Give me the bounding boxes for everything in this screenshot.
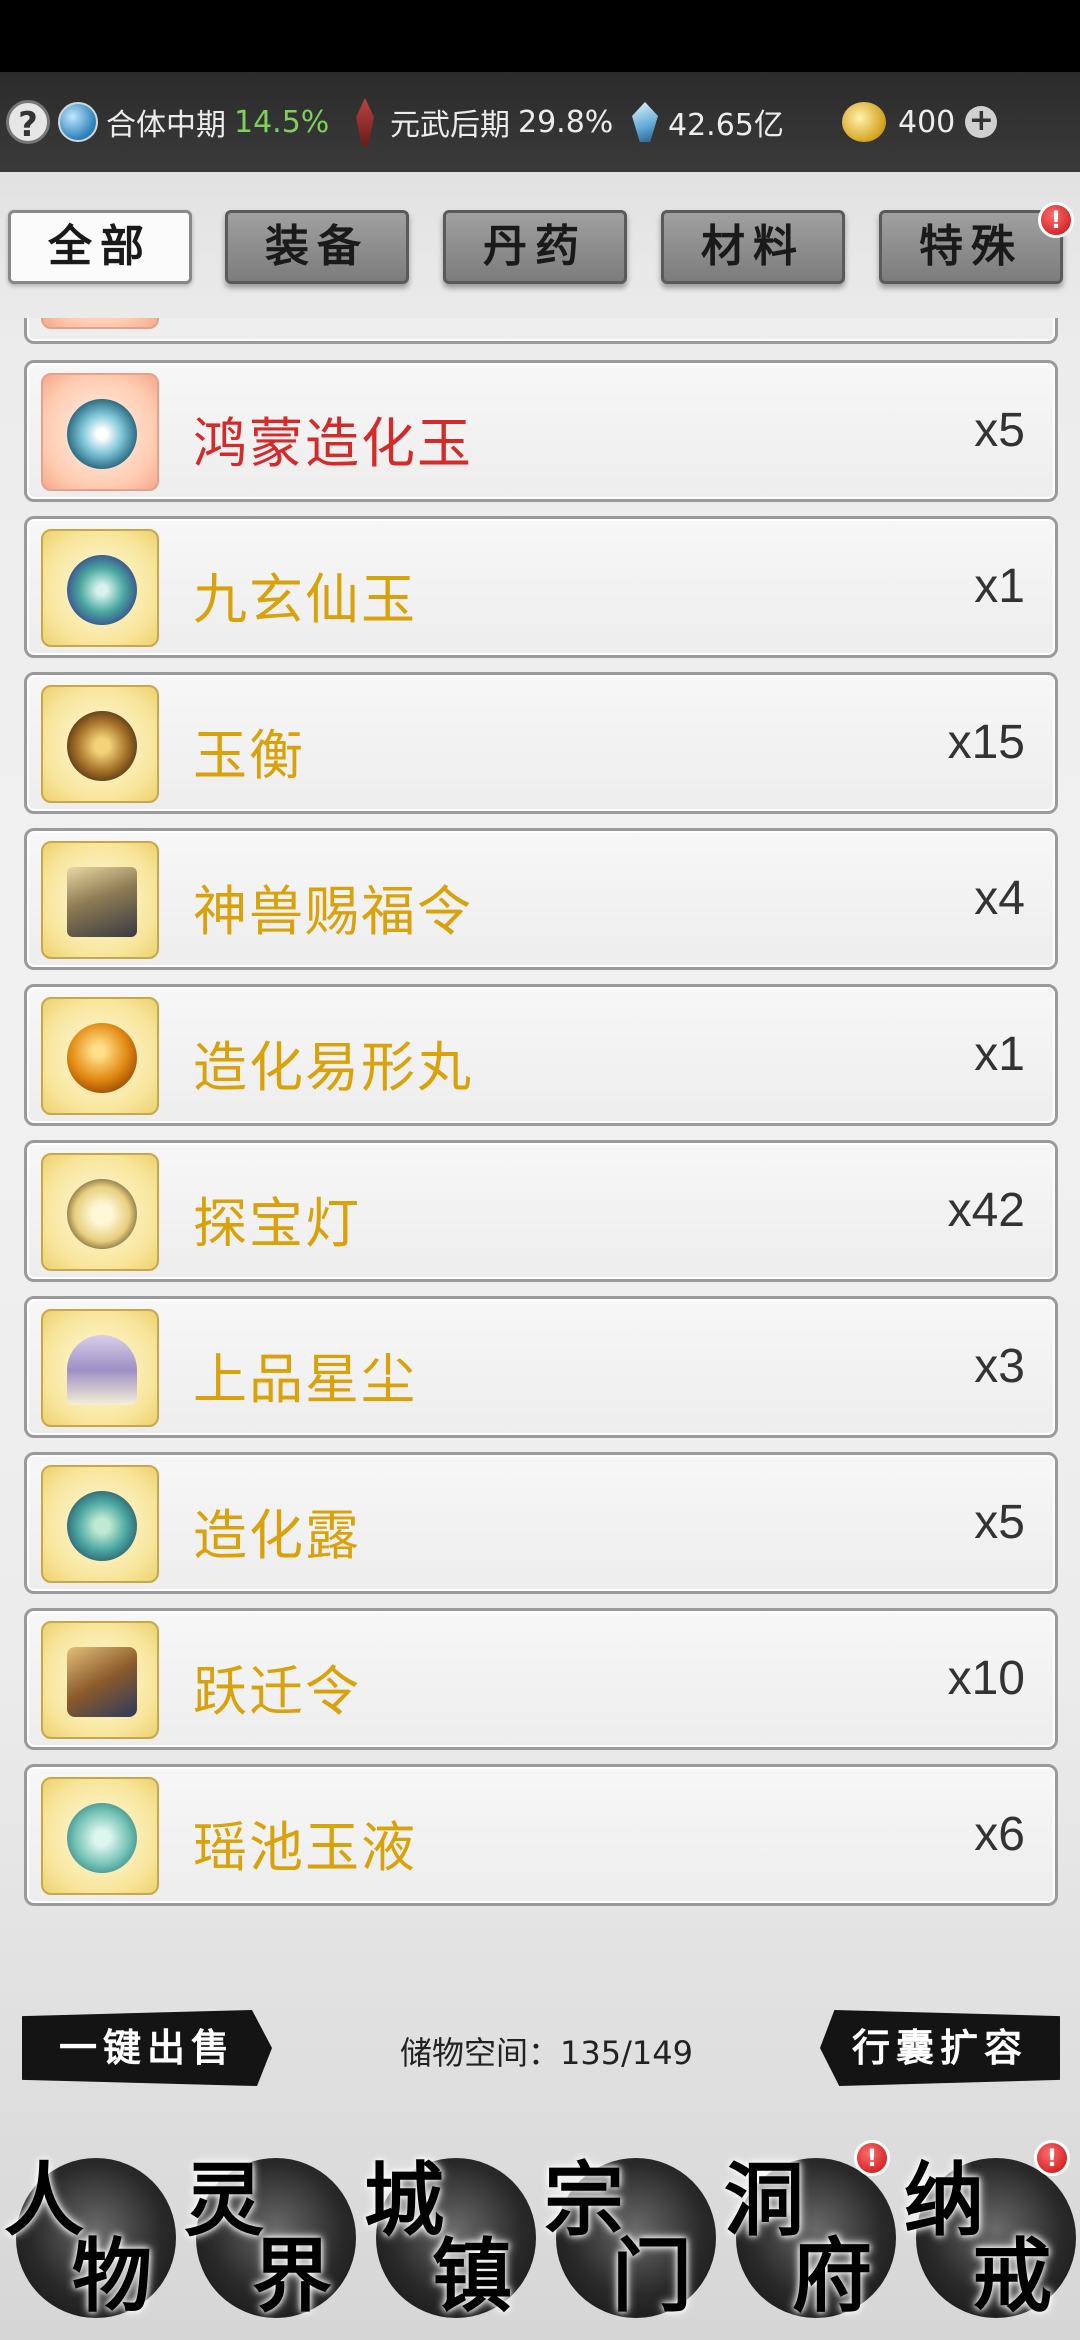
tab-all[interactable]: 全部	[8, 210, 192, 284]
expand-bag-button[interactable]: 行囊扩容	[820, 2010, 1060, 2086]
item-thumb	[41, 318, 159, 329]
list-item[interactable]: 造化易形丸 x1	[24, 984, 1058, 1126]
item-quantity: x10	[947, 1652, 1025, 1705]
beast-token-icon	[67, 867, 137, 937]
list-item[interactable]: 神兽赐福令 x4	[24, 828, 1058, 970]
add-coins-icon[interactable]: +	[965, 106, 998, 138]
special-alert-badge: !	[1038, 202, 1074, 238]
stardust-bowl-icon	[67, 1335, 137, 1405]
nav-character[interactable]: 人 物	[0, 2136, 180, 2340]
list-item[interactable]: 跃迁令 x10	[24, 1608, 1058, 1750]
nav-cave-abode[interactable]: 洞 府 !	[720, 2136, 900, 2340]
martial-percent: 29.8%	[518, 104, 614, 140]
item-quantity: x4	[974, 872, 1025, 925]
item-thumb	[41, 997, 159, 1115]
category-tabs: 全部 装备 丹药 材料 特殊 !	[0, 202, 1080, 290]
tab-special[interactable]: 特殊	[879, 210, 1063, 284]
tab-materials[interactable]: 材料	[661, 210, 845, 284]
realm-percent: 14.5%	[234, 104, 330, 140]
nav-storage-ring[interactable]: 纳 戒 !	[900, 2136, 1080, 2340]
inventory-actions: 一键出售 储物空间：135/149 行囊扩容	[0, 2010, 1080, 2090]
item-thumb	[41, 1621, 159, 1739]
item-name: 跃迁令	[193, 1660, 361, 1723]
nav-char-2: 门	[612, 2229, 692, 2323]
item-thumb	[41, 373, 159, 491]
nav-sect[interactable]: 宗 门	[540, 2136, 720, 2340]
sell-all-button[interactable]: 一键出售	[22, 2010, 272, 2086]
tab-pills[interactable]: 丹药	[443, 210, 627, 284]
item-name: 玉衡	[193, 724, 305, 787]
help-icon[interactable]: ?	[6, 100, 50, 145]
coins: 400 +	[842, 98, 998, 146]
martial-realm: 元武后期 29.8%	[350, 98, 613, 146]
item-name: 九玄仙玉	[193, 568, 417, 631]
item-name: 神兽赐福令	[193, 880, 473, 943]
list-item[interactable]: 探宝灯 x42	[24, 1140, 1058, 1282]
item-quantity: x1	[974, 560, 1025, 613]
cave-alert-badge: !	[854, 2140, 890, 2176]
gourd-dew-icon	[67, 1491, 137, 1561]
status-bar: ? 合体中期 14.5% 元武后期 29.8% 42.65亿 400 +	[0, 72, 1080, 172]
nav-char-2: 镇	[432, 2229, 512, 2323]
item-quantity: x5	[974, 1496, 1025, 1549]
item-name: 鸿蒙造化玉	[193, 412, 473, 475]
item-quantity: x1	[974, 1028, 1025, 1081]
item-thumb	[41, 529, 159, 647]
item-name: 上品星尘	[193, 1348, 417, 1411]
item-thumb	[41, 1309, 159, 1427]
nav-town[interactable]: 城 镇	[360, 2136, 540, 2340]
bottom-navigation: 人 物 灵 界 城 镇 宗 门 洞 府 ! 纳 戒 !	[0, 2136, 1080, 2340]
item-name: 造化易形丸	[193, 1036, 473, 1099]
item-quantity: x3	[974, 1340, 1025, 1393]
coin-amount: 400	[898, 104, 956, 140]
crystal-amount: 42.65亿	[668, 108, 784, 143]
item-thumb	[41, 1777, 159, 1895]
item-thumb	[41, 685, 159, 803]
warp-token-icon	[67, 1647, 137, 1717]
coin-icon	[842, 102, 886, 142]
item-list[interactable]: 鸿蒙造化玉 x5 九玄仙玉 x1 玉衡 x15 神兽赐福令 x4 造化易形丸 x…	[24, 318, 1058, 1964]
ring-alert-badge: !	[1034, 2140, 1070, 2176]
list-item[interactable]: 瑶池玉液 x6	[24, 1764, 1058, 1906]
storage-capacity: 储物空间：135/149	[400, 2034, 693, 2072]
nav-spirit-realm[interactable]: 灵 界	[180, 2136, 360, 2340]
bronze-disc-icon	[67, 711, 137, 781]
inventory-screen: ? 合体中期 14.5% 元武后期 29.8% 42.65亿 400 + 全部 …	[0, 72, 1080, 2340]
nav-char-2: 府	[792, 2229, 872, 2323]
item-name: 造化露	[193, 1504, 361, 1567]
nav-char-2: 戒	[972, 2229, 1052, 2323]
swirl-jade-icon	[67, 399, 137, 469]
nav-char-2: 物	[72, 2229, 152, 2323]
list-item[interactable]: 上品星尘 x3	[24, 1296, 1058, 1438]
martial-emblem-icon	[356, 98, 374, 146]
nav-char-2: 界	[252, 2229, 332, 2323]
spirit-crystals: 42.65亿	[632, 98, 784, 146]
lantern-icon	[67, 1179, 137, 1249]
yin-yang-icon	[58, 102, 98, 142]
item-quantity: x6	[974, 1808, 1025, 1861]
list-item[interactable]: 玉衡 x15	[24, 672, 1058, 814]
realm-label: 合体中期	[106, 108, 226, 143]
item-thumb	[41, 1465, 159, 1583]
list-item[interactable]: 鸿蒙造化玉 x5	[24, 360, 1058, 502]
item-quantity: x42	[947, 1184, 1025, 1237]
jade-liquid-icon	[67, 1803, 137, 1873]
list-item[interactable]: 九玄仙玉 x1	[24, 516, 1058, 658]
item-name: 瑶池玉液	[193, 1816, 417, 1879]
item-thumb	[41, 1153, 159, 1271]
martial-label: 元武后期	[390, 108, 510, 143]
item-quantity: x15	[947, 716, 1025, 769]
fish-jade-icon	[67, 555, 137, 625]
cultivation-realm: 合体中期 14.5%	[58, 98, 329, 146]
item-quantity: x5	[974, 404, 1025, 457]
item-thumb	[41, 841, 159, 959]
item-name: 探宝灯	[193, 1192, 361, 1255]
list-item-partial[interactable]	[24, 318, 1058, 344]
amber-pill-icon	[67, 1023, 137, 1093]
crystal-icon	[632, 102, 658, 142]
tab-equipment[interactable]: 装备	[225, 210, 409, 284]
list-item[interactable]: 造化露 x5	[24, 1452, 1058, 1594]
